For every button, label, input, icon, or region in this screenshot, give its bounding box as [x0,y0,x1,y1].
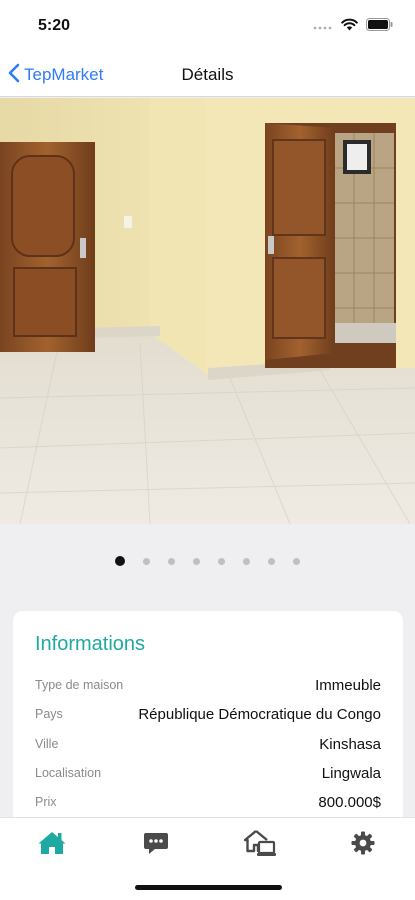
status-bar: 5:20 [0,0,415,52]
carousel-dot[interactable] [168,557,175,565]
info-label: Prix [35,795,57,809]
carousel-page-indicator [0,556,415,566]
tab-settings[interactable] [343,830,383,860]
info-value: Lingwala [321,764,381,782]
carousel-dot[interactable] [218,557,225,565]
my-properties-icon [243,829,276,862]
info-row-country: Pays République Démocratique du Congo [35,703,381,725]
carousel-dot[interactable] [115,556,125,566]
info-value: 800.000$ [318,793,381,811]
carousel-dot[interactable] [268,557,275,565]
information-card: Informations Type de maison Immeuble Pay… [13,611,403,841]
wifi-icon [341,18,358,36]
battery-icon [366,18,393,36]
info-label: Type de maison [35,678,124,692]
info-row-city: Ville Kinshasa [35,733,381,755]
status-icons [313,18,393,36]
chat-icon [143,831,169,860]
info-row-price: Prix 800.000$ [35,791,381,813]
gear-icon [351,831,375,860]
tab-my-properties[interactable] [240,829,280,862]
info-label: Localisation [35,766,102,780]
home-indicator [135,885,282,890]
signal-icon [313,18,333,36]
carousel-dot[interactable] [243,557,250,565]
info-value: Immeuble [315,676,381,694]
home-icon [37,830,67,861]
property-photo[interactable] [0,98,415,524]
navigation-bar: TepMarket Détails [0,52,415,97]
tab-home[interactable] [32,830,72,860]
room-image [0,98,415,524]
info-label: Pays [35,707,63,721]
info-value: République Démocratique du Congo [138,705,381,723]
tab-messages[interactable] [136,830,176,860]
carousel-dot[interactable] [293,557,300,565]
information-title: Informations [35,633,146,655]
carousel-dot[interactable] [143,557,150,565]
carousel-dot[interactable] [193,557,200,565]
info-row-house-type: Type de maison Immeuble [35,674,381,696]
page-title: Détails [181,65,234,84]
info-label: Ville [35,737,59,751]
info-row-location: Localisation Lingwala [35,762,381,784]
info-value: Kinshasa [319,735,381,753]
status-time: 5:20 [38,17,71,34]
